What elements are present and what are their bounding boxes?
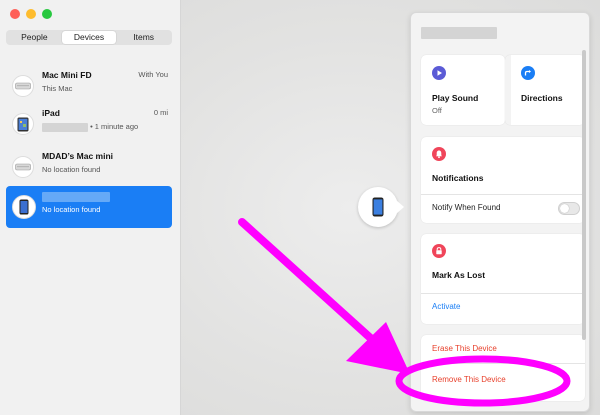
sidebar: People Devices Items Mac Mini FD This Ma… <box>0 0 181 415</box>
notify-when-found-toggle[interactable] <box>558 202 580 215</box>
device-detail-panel: Play Sound Off Directions Notifications … <box>410 12 590 412</box>
bell-icon <box>432 147 446 161</box>
device-distance: 0 mi <box>153 108 168 117</box>
mark-as-lost-card: Mark As Lost Activate <box>421 234 585 324</box>
redacted-device-title <box>421 27 497 39</box>
divider <box>421 363 585 364</box>
divider <box>421 194 585 195</box>
iphone-icon <box>372 197 384 217</box>
minimize-window-button[interactable] <box>26 9 36 19</box>
close-window-button[interactable] <box>10 9 20 19</box>
device-status: • 1 minute ago <box>42 122 138 132</box>
directions-label: Directions <box>521 93 563 103</box>
play-icon <box>432 66 446 80</box>
device-actions-card: Erase This Device Remove This Device <box>421 335 585 401</box>
device-name: iPad <box>42 108 60 118</box>
device-status: No location found <box>42 165 101 174</box>
redacted-location <box>42 122 88 132</box>
remove-device-button[interactable]: Remove This Device <box>432 375 506 384</box>
iphone-icon <box>12 195 36 219</box>
directions-arrow-icon <box>521 66 535 80</box>
mac-mini-icon <box>12 75 34 97</box>
play-sound-label: Play Sound <box>432 93 479 103</box>
device-item-mac-mini-fd[interactable]: Mac Mini FD This Mac With You <box>6 65 172 107</box>
lock-icon <box>432 244 446 258</box>
device-status: No location found <box>42 205 101 214</box>
device-name: MDAD’s Mac mini <box>42 151 114 161</box>
tab-items[interactable]: Items <box>116 31 171 44</box>
device-item-ipad[interactable]: iPad • 1 minute ago 0 mi <box>6 103 172 145</box>
device-name <box>42 191 110 202</box>
mac-mini-icon <box>12 156 34 178</box>
activate-link[interactable]: Activate <box>432 302 460 311</box>
segmented-tabs: People Devices Items <box>6 30 172 45</box>
mark-as-lost-label: Mark As Lost <box>432 270 486 280</box>
device-item-mdad-mac-mini[interactable]: MDAD’s Mac mini No location found <box>6 146 172 188</box>
window-controls <box>10 9 52 19</box>
device-item-selected[interactable]: No location found <box>6 186 172 228</box>
toggle-knob <box>560 204 569 213</box>
play-sound-status: Off <box>432 106 442 115</box>
device-status: This Mac <box>42 84 73 93</box>
tab-people[interactable]: People <box>7 31 62 44</box>
ipad-icon <box>12 113 34 135</box>
panel-scrollbar[interactable] <box>582 50 586 340</box>
pin-callout-tail <box>396 200 404 214</box>
play-sound-card[interactable]: Play Sound Off <box>421 55 505 125</box>
zoom-window-button[interactable] <box>42 9 52 19</box>
tab-devices[interactable]: Devices <box>61 31 117 44</box>
notifications-label: Notifications <box>432 173 484 183</box>
device-location-pin[interactable] <box>358 187 398 227</box>
device-distance: With You <box>138 70 168 79</box>
erase-device-button[interactable]: Erase This Device <box>432 344 497 353</box>
divider <box>421 293 585 294</box>
redacted-device-name <box>42 191 110 202</box>
notifications-card: Notifications Notify When Found <box>421 137 585 223</box>
notify-when-found-label: Notify When Found <box>432 203 501 212</box>
directions-card[interactable]: Directions <box>505 55 585 125</box>
device-name: Mac Mini FD <box>42 70 92 80</box>
